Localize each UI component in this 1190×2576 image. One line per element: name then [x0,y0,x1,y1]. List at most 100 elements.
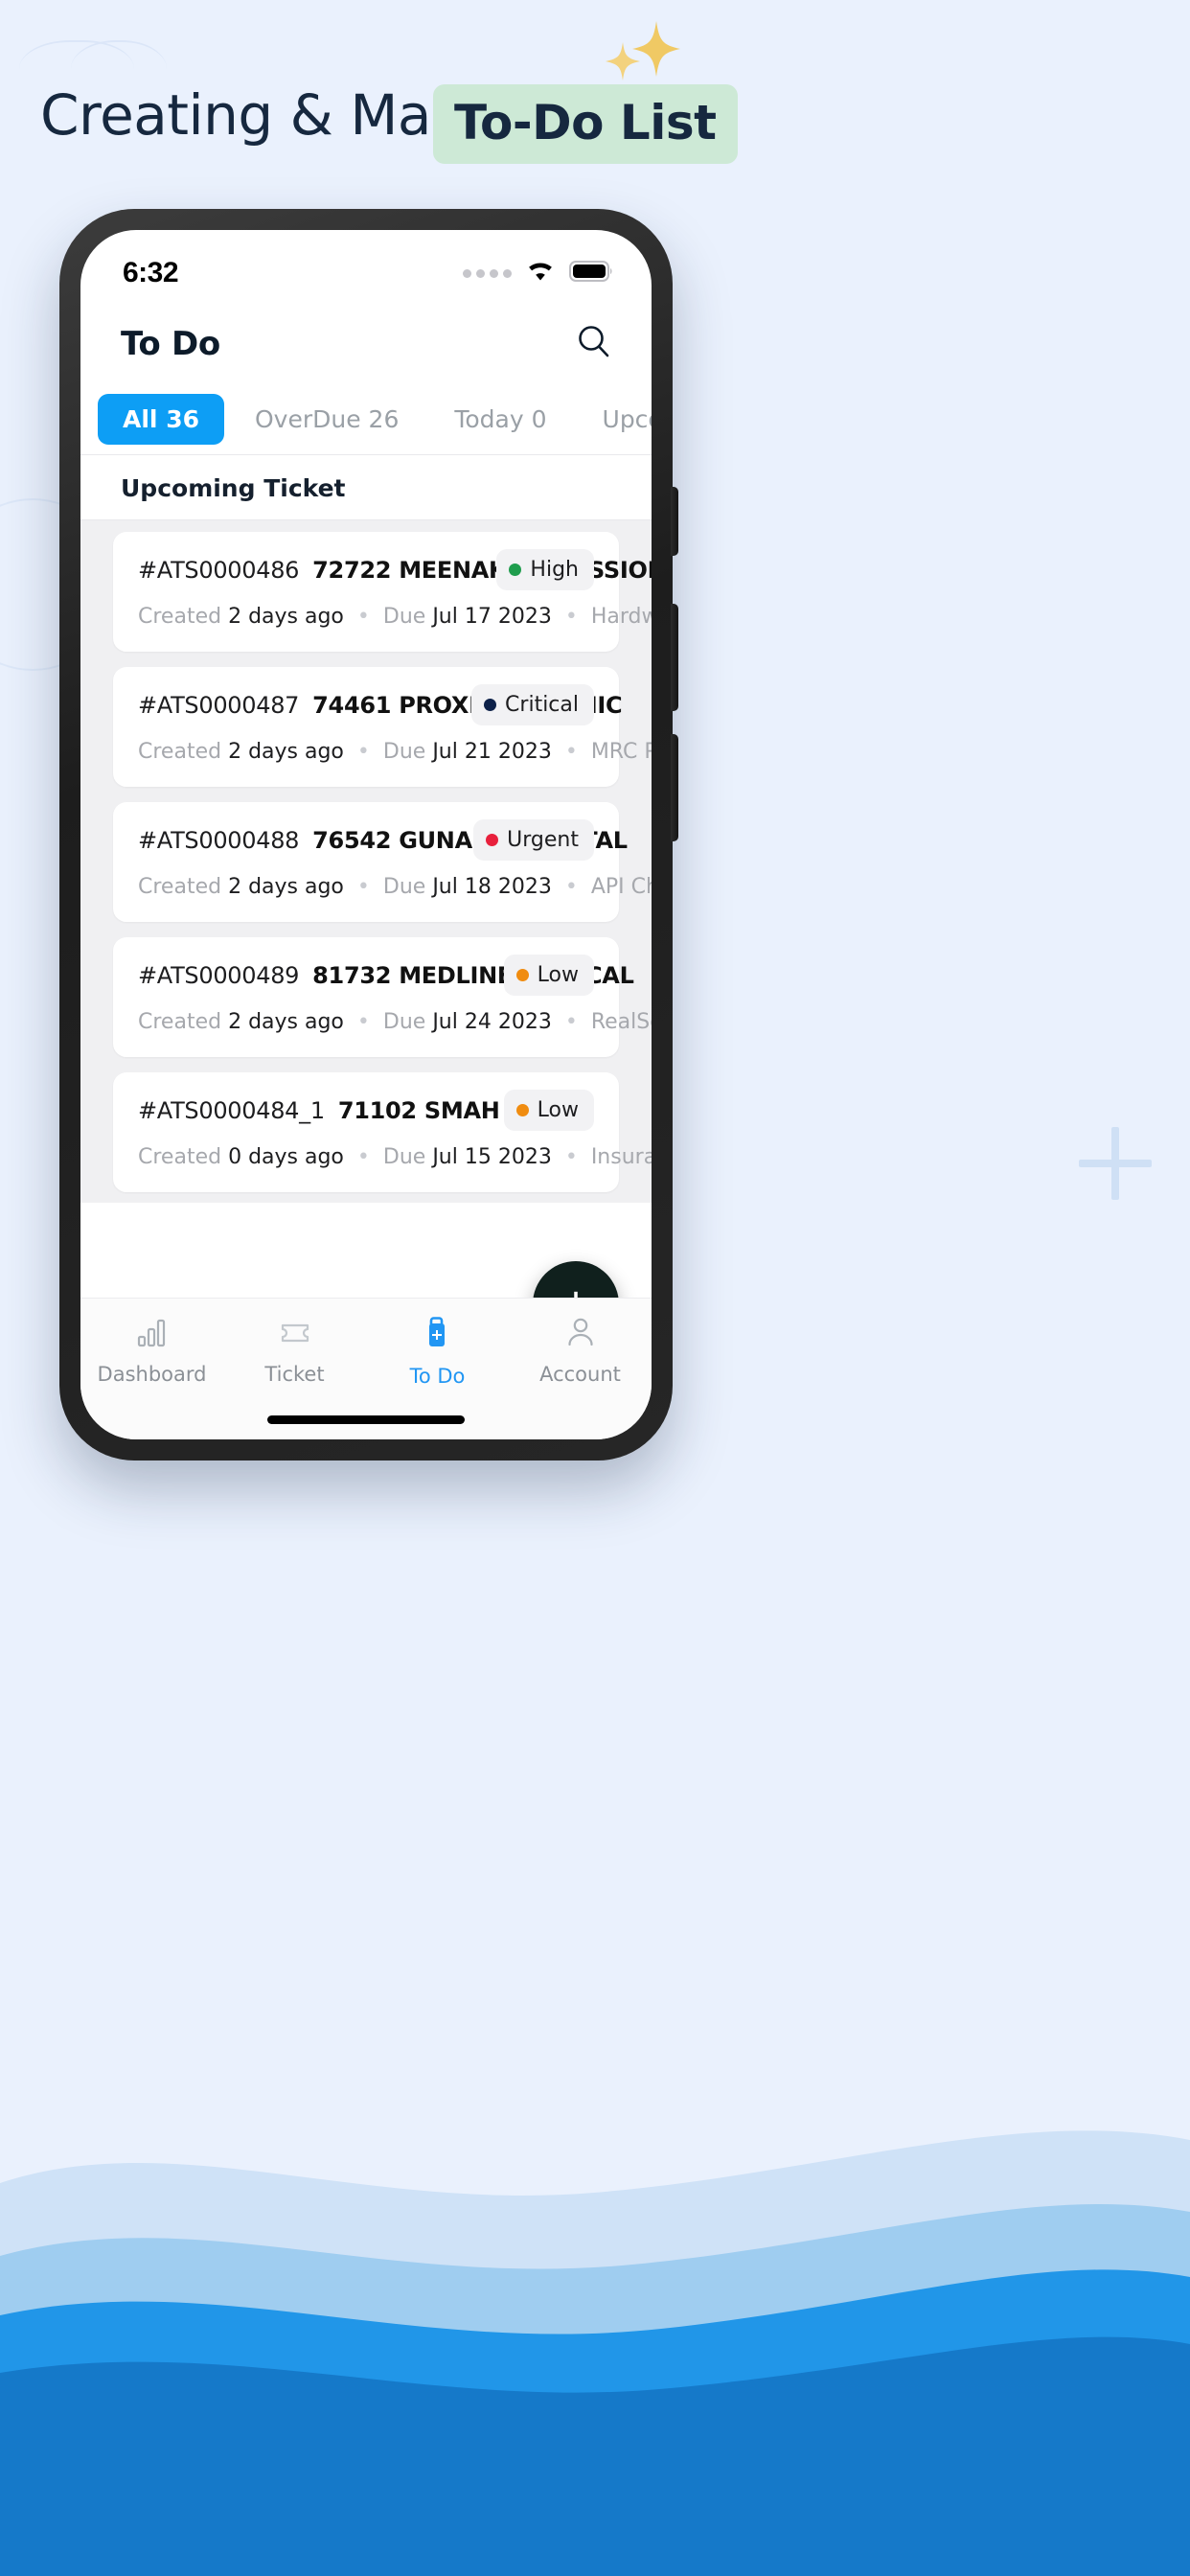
table-row[interactable]: #ATS0000487 74461 PROXIMAL CLINIC Critic… [113,667,652,787]
person-icon [563,1316,598,1353]
created-value: 0 days ago [228,1145,344,1169]
due-label: Due [382,1010,426,1034]
status-bar: 6:32 [80,230,652,301]
created-value: 2 days ago [228,1010,344,1034]
section-header: Upcoming Ticket [80,455,652,520]
ticket-category: Hardware Request [590,605,652,629]
ticket-name: 72722 MEENAKSHI MISSION [312,557,652,584]
status-badge: Urgent [473,819,594,861]
table-row[interactable]: #ATS0000489 81732 MEDLINE MEDICAL Low Cr… [113,937,652,1057]
created-value: 2 days ago [228,740,344,764]
status-badge: Low [503,1090,594,1131]
tab-today[interactable]: Today 0 [429,394,571,445]
meta-separator: • [356,740,370,764]
ticket-list[interactable]: #ATS0000486 72722 MEENAKSHI MISSION High… [80,520,652,1203]
due-value: Jul 21 2023 [432,740,552,764]
ticket-icon [278,1316,312,1353]
wifi-icon [525,260,556,288]
meta-separator-2: • [564,1145,578,1169]
priority-dot-icon [486,834,499,846]
priority-label: Urgent [507,828,579,852]
nav-item-dashboard[interactable]: Dashboard [80,1316,223,1386]
due-label: Due [382,740,426,764]
phone-volume-down-button [671,734,678,841]
page-title-highlight: To-Do List [433,84,738,164]
status-badge: Critical [471,684,594,725]
search-icon[interactable] [575,322,613,365]
ticket-id: #ATS0000487 [138,692,300,719]
table-row[interactable]: #ATS0000486 72722 MEENAKSHI MISSION High… [113,532,652,652]
priority-dot-icon [484,699,497,711]
ticket-category: API Changes [590,875,652,899]
status-badge: Low [503,954,594,996]
nav-label-dashboard: Dashboard [97,1363,207,1386]
bottom-navigation[interactable]: Dashboard Ticket To Do Account [80,1298,652,1439]
meta-separator-2: • [564,875,578,899]
created-label: Created [138,875,222,899]
bar-chart-icon [135,1316,170,1353]
app-bar: To Do [80,301,652,375]
phone-volume-up-button [671,604,678,711]
due-value: Jul 18 2023 [432,875,552,899]
priority-dot-icon [515,969,529,981]
meta-separator-2: • [564,1010,578,1034]
section-title: Upcoming Ticket [121,474,346,502]
ticket-meta: Created 2 days ago • Due Jul 17 2023 • H… [138,605,652,629]
ticket-category: RealServ Portal [590,1010,652,1034]
phone-screen: 6:32 To Do All 36 OverDue 26 Today 0 Upc… [80,230,652,1439]
nav-item-account[interactable]: Account [509,1316,652,1386]
app-title: To Do [121,324,220,363]
meta-separator: • [356,605,370,629]
priority-label: High [530,558,579,582]
ticket-category: Insurance Portal [590,1145,652,1169]
page-header: Creating & Managing To-Do List [0,0,1190,209]
created-label: Created [138,740,222,764]
due-label: Due [382,1145,426,1169]
plus-decoration-icon [1079,1127,1152,1200]
ticket-meta: Created 2 days ago • Due Jul 18 2023 • A… [138,875,652,899]
ticket-category: MRC Portal [590,740,652,764]
priority-label: Low [537,1098,579,1122]
clipboard-plus-icon [421,1316,455,1355]
created-value: 2 days ago [228,605,344,629]
ticket-id: #ATS0000486 [138,557,300,584]
ticket-id: #ATS0000484_1 [138,1097,325,1124]
meta-separator: • [356,1010,370,1034]
tab-overdue[interactable]: OverDue 26 [230,394,423,445]
status-badge: High [496,549,594,590]
nav-label-ticket: Ticket [264,1363,325,1386]
priority-dot-icon [509,564,522,576]
ticket-id: #ATS0000488 [138,827,300,854]
tab-all[interactable]: All 36 [98,394,224,445]
phone-mute-button [671,487,678,556]
table-row[interactable]: #ATS0000488 76542 GUNAM HOSPITAL Urgent … [113,802,652,922]
phone-mockup: 6:32 To Do All 36 OverDue 26 Today 0 Upc… [59,209,678,1460]
meta-separator: • [356,1145,370,1169]
signal-dots-icon [463,268,512,278]
nav-label-account: Account [539,1363,621,1386]
table-row[interactable]: #ATS0000484_1 71102 SMAH Low Created 0 d… [113,1072,652,1192]
meta-separator-2: • [564,605,578,629]
created-value: 2 days ago [228,875,344,899]
due-value: Jul 24 2023 [432,1010,552,1034]
created-label: Created [138,1010,222,1034]
created-label: Created [138,1145,222,1169]
meta-separator-2: • [564,740,578,764]
wave-decoration [0,2130,1190,2576]
created-label: Created [138,605,222,629]
due-value: Jul 15 2023 [432,1145,552,1169]
sparkle-large-icon [632,21,680,77]
ticket-id: #ATS0000489 [138,962,300,989]
priority-label: Low [537,963,579,987]
battery-full-icon [569,260,613,288]
ticket-meta: Created 2 days ago • Due Jul 21 2023 • M… [138,740,652,764]
nav-label-todo: To Do [409,1365,466,1388]
nav-item-todo[interactable]: To Do [366,1316,509,1388]
status-time: 6:32 [123,257,179,288]
tab-upcoming[interactable]: Upcoming [578,394,652,445]
due-label: Due [382,605,426,629]
nav-item-ticket[interactable]: Ticket [223,1316,366,1386]
filter-tabs[interactable]: All 36 OverDue 26 Today 0 Upcoming [80,375,652,455]
due-label: Due [382,875,426,899]
priority-dot-icon [515,1104,529,1116]
